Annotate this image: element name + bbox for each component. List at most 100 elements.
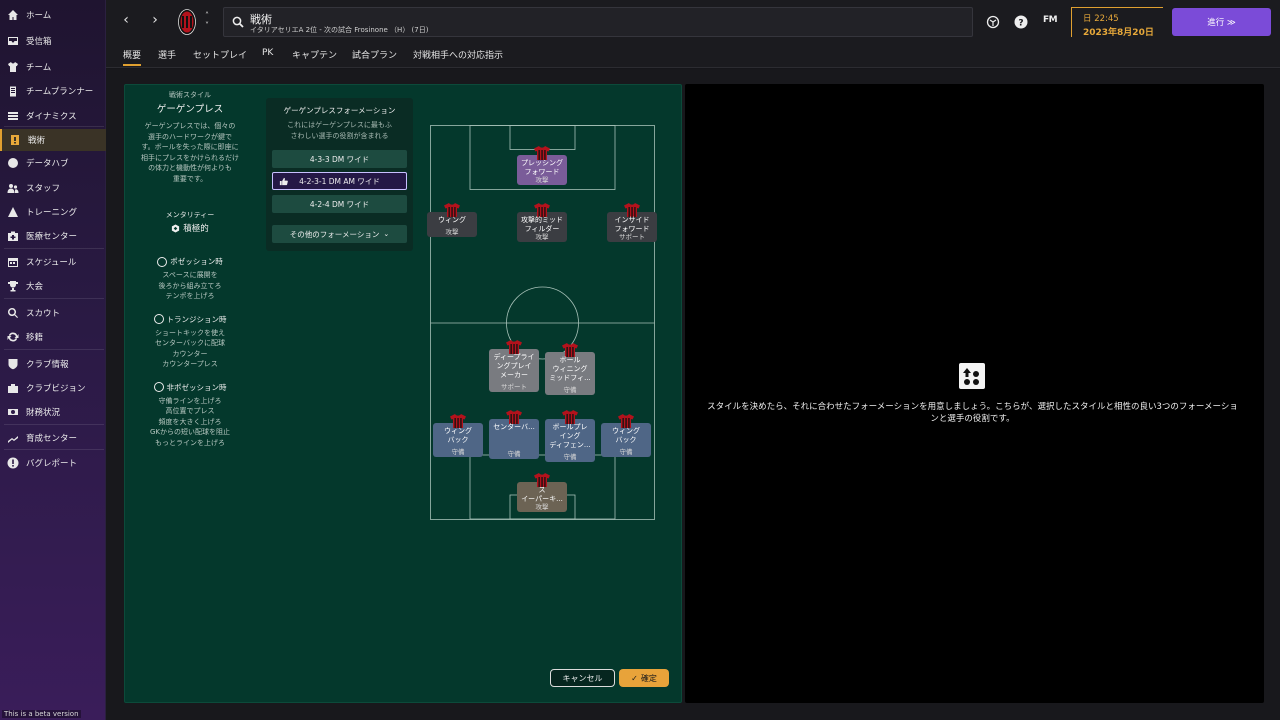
sidebar-item-label: スタッフ (26, 184, 61, 194)
club-info-icon (0, 358, 26, 370)
current-time: 日 22:45 (1083, 14, 1119, 24)
phase-line: 頻度を大きく上げろ (158, 417, 222, 426)
more-formations-dropdown[interactable]: その他のフォーメーション ⌄ (272, 225, 407, 243)
phase-line: もっとラインを上げろ (155, 438, 225, 447)
player-position[interactable]: ウィング 攻撃 (427, 203, 477, 237)
inbox-icon (0, 35, 26, 47)
player-position[interactable]: ウィング バック 守備 (433, 414, 483, 457)
sidebar-item-label: 受信箱 (26, 37, 52, 47)
social-icon[interactable] (985, 14, 1001, 30)
fm-menu-button[interactable]: FM (1043, 15, 1058, 25)
mentality-label: メンタリティー (165, 211, 215, 219)
player-position[interactable]: 攻撃的ミッド フィルダー 攻撃 (517, 203, 567, 242)
sidebar-item-data-hub[interactable]: データハブ (0, 152, 106, 174)
confirm-label: 確定 (640, 673, 657, 683)
sidebar-item-team-planner[interactable]: チームプランナー (0, 80, 106, 102)
player-duty: サポート (619, 233, 645, 241)
sidebar-item-label: 財務状況 (26, 408, 61, 418)
sidebar-item-label: 医療センター (26, 232, 78, 242)
sidebar-item-club-info[interactable]: クラブ情報 (0, 353, 106, 375)
club-crest-icon[interactable] (178, 9, 196, 35)
shirt-icon (506, 410, 522, 424)
player-position[interactable]: ウィング バック 守備 (601, 414, 651, 457)
player-duty: 攻撃 (535, 503, 549, 511)
more-formations-label: その他のフォーメーション (289, 229, 380, 239)
sidebar-item-schedule[interactable]: スケジュール (0, 251, 106, 273)
player-position[interactable]: プレッシング フォワード 攻撃 (517, 146, 567, 185)
continue-button[interactable]: 進行 ≫ (1172, 8, 1271, 36)
sidebar-item-training[interactable]: トレーニング (0, 201, 106, 223)
tab-opposition-instructions[interactable]: 対戦相手への対応指示 (413, 48, 503, 66)
out-of-possession-lines: 守備ラインを上げろ 高位置でプレス 頻度を大きく上げろ GKからの短い配球を阻止… (130, 396, 250, 449)
tab-set-pieces[interactable]: セットプレイ (193, 48, 247, 66)
player-duty: 守備 (619, 448, 633, 456)
tab-overview[interactable]: 概要 (123, 48, 142, 66)
player-role: ボールプレ イング ディフェン... (549, 423, 591, 449)
scout-icon (0, 307, 26, 319)
back-button[interactable]: ‹ (118, 12, 134, 32)
dynamics-icon (0, 110, 26, 122)
desc-line: 重要です。 (172, 174, 208, 183)
formation-options-desc: これにはゲーゲンプレスに最もふ さわしい選手の役割が含まれる (266, 120, 413, 141)
tab-players[interactable]: 選手 (158, 48, 176, 66)
sidebar-item-label: 大会 (26, 282, 44, 292)
club-switch-icon[interactable]: ˄ ˅ (201, 11, 213, 31)
sidebar-item-bug-report[interactable]: バグレポート (0, 452, 106, 474)
forward-button[interactable]: › (147, 12, 163, 32)
help-icon[interactable]: ? (1013, 14, 1029, 30)
sidebar-item-label: スケジュール (26, 258, 77, 268)
sidebar-divider (4, 349, 104, 350)
sidebar-item-home[interactable]: ホーム (0, 4, 106, 26)
search-icon (232, 16, 244, 28)
sidebar-item-development[interactable]: 育成センター (0, 427, 106, 449)
phase-line: 後ろから組み立てろ (158, 281, 222, 290)
svg-text:?: ? (1018, 19, 1023, 29)
sidebar-item-medical[interactable]: 医療センター (0, 225, 106, 247)
sidebar-item-tactics[interactable]: 戦術 (0, 129, 106, 151)
sidebar-item-club-vision[interactable]: クラブビジョン (0, 377, 106, 399)
tab-penalties[interactable]: PK (262, 48, 273, 66)
player-duty: 守備 (507, 450, 521, 458)
desc-line: の体力と機動性が何よりも (148, 164, 232, 172)
formation-option-label: 4-2-3-1 DM AM ワイド (299, 176, 380, 186)
info-panel (685, 84, 1264, 703)
player-position[interactable]: センターバ... 守備 (489, 410, 539, 459)
confirm-button[interactable]: ✓ 確定 (619, 669, 669, 687)
bug-report-icon (0, 457, 26, 469)
club-vision-icon (0, 382, 26, 394)
player-position[interactable]: ボールプレ イング ディフェン... 守備 (545, 410, 595, 462)
player-role: センターバ... (493, 423, 535, 431)
chevron-down-icon: ⌄ (383, 230, 390, 238)
formation-option-424[interactable]: 4-2-4 DM ワイド (272, 195, 407, 213)
formation-option-433[interactable]: 4-3-3 DM ワイド (272, 150, 407, 168)
player-duty: 守備 (451, 448, 465, 456)
player-role: ディープライ ングプレイ メーカー (493, 353, 535, 379)
player-position[interactable]: ボール ウィニング ミッドフィ... 守備 (545, 343, 595, 395)
sidebar-item-finances[interactable]: 財務状況 (0, 401, 106, 423)
mentality-value-wrap: 積極的 (130, 222, 250, 234)
player-position[interactable]: スイーパーキ... 攻撃 (517, 473, 567, 512)
formation-option-4231[interactable]: 4-2-3-1 DM AM ワイド (272, 172, 407, 190)
sidebar-item-inbox[interactable]: 受信箱 (0, 30, 106, 52)
phase-line: スペースに展開を (162, 271, 218, 279)
tab-match-plans[interactable]: 試合プラン (352, 48, 397, 66)
phase-line: カウンター (172, 349, 208, 358)
formation-options-title: ゲーゲンプレスフォーメーション (283, 106, 396, 115)
sidebar-item-competitions[interactable]: 大会 (0, 275, 106, 297)
sidebar-item-team[interactable]: チーム (0, 56, 106, 78)
sidebar-item-staff[interactable]: スタッフ (0, 177, 106, 199)
sidebar-item-transfers[interactable]: 移籍 (0, 326, 106, 348)
player-position[interactable]: インサイド フォワード サポート (607, 203, 657, 242)
player-position[interactable]: ディープライ ングプレイ メーカー サポート (489, 340, 539, 392)
date-display[interactable]: 日 22:45 2023年8月20日 (1071, 7, 1163, 38)
sidebar-divider (4, 424, 104, 425)
tab-captains[interactable]: キャプテン (292, 48, 337, 66)
sidebar-item-dynamics[interactable]: ダイナミクス (0, 105, 106, 127)
search-box[interactable]: 戦術 イタリアセリエA 2位 - 次の試合 Frosinone （H） (7日) (223, 7, 973, 37)
sidebar-divider (4, 248, 104, 249)
checkmark-icon: ✓ (631, 673, 638, 683)
shirt-icon (506, 340, 522, 354)
sidebar-item-label: クラブ情報 (26, 360, 69, 370)
cancel-button[interactable]: キャンセル (550, 669, 615, 687)
sidebar-item-scouting[interactable]: スカウト (0, 302, 106, 324)
